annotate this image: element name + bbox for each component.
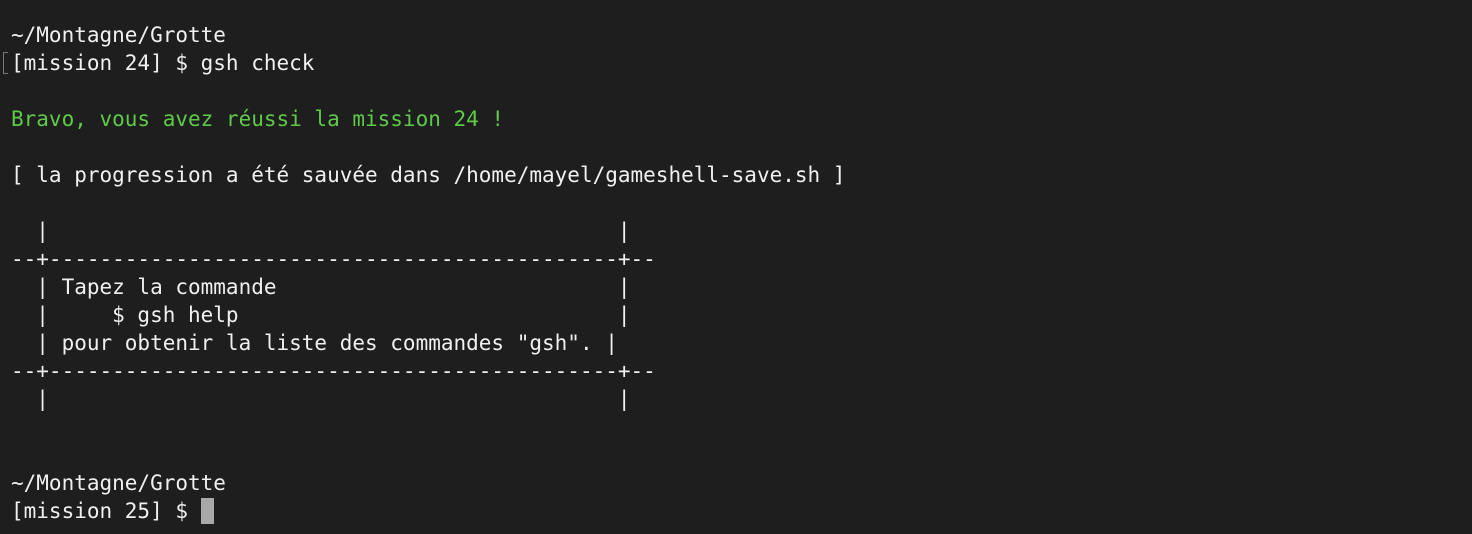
help-box-line-3: | pour obtenir la liste des commandes "g…: [11, 331, 618, 355]
current-prompt-line[interactable]: [mission 25] $: [11, 497, 1472, 525]
save-message: [ la progression a été sauvée dans /home…: [11, 163, 846, 187]
cwd-line-2: ~/Montagne/Grotte: [11, 471, 226, 495]
help-box-bottom: | |: [11, 387, 631, 411]
prompt-mark-icon: [3, 52, 8, 74]
help-box-border-bottom: --+-------------------------------------…: [11, 359, 656, 383]
help-box-top: | |: [11, 219, 631, 243]
terminal-window[interactable]: ~/Montagne/Grotte [mission 24] $ gsh che…: [0, 0, 1472, 534]
current-prompt: [mission 25] $: [11, 499, 201, 523]
cwd-line-1: ~/Montagne/Grotte: [11, 23, 226, 47]
success-message: Bravo, vous avez réussi la mission 24 !: [11, 107, 505, 131]
command-line-1: [mission 24] $ gsh check: [11, 51, 315, 75]
help-box-line-2: | $ gsh help |: [11, 303, 631, 327]
help-box-line-1: | Tapez la commande |: [11, 275, 631, 299]
cursor-icon: [200, 498, 214, 524]
help-box-border-top: --+-------------------------------------…: [11, 247, 656, 271]
